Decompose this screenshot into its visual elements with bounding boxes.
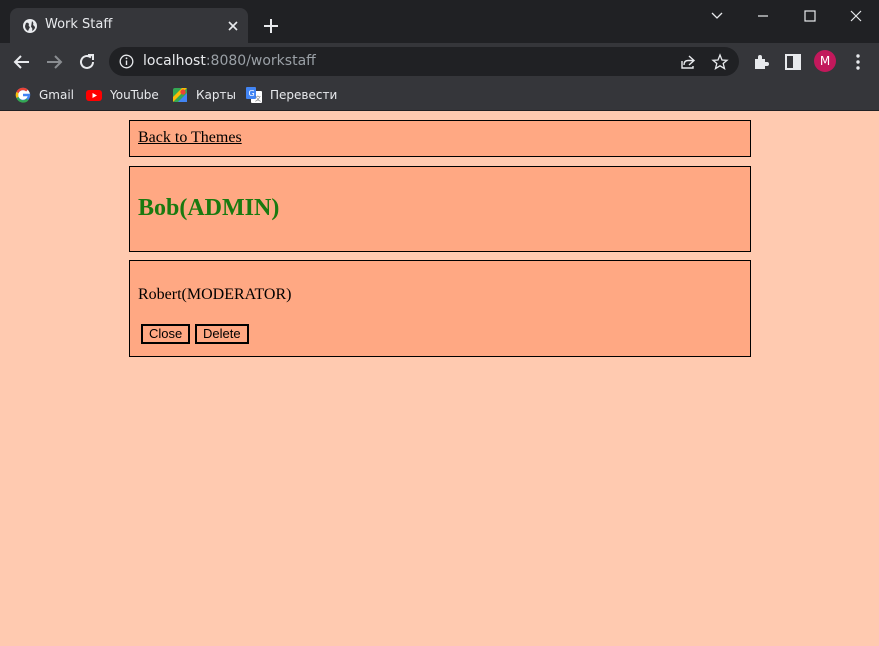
profile-avatar[interactable]: M (814, 50, 836, 72)
browser-tab[interactable]: Work Staff (10, 8, 248, 43)
bookmark-gmail[interactable]: Gmail (15, 85, 74, 105)
maps-icon (173, 88, 187, 102)
side-panel-icon[interactable] (783, 52, 803, 72)
tab-search-chevron-icon[interactable] (708, 7, 726, 25)
page-content: Back to Themes Bob(ADMIN) Robert(MODERAT… (0, 112, 879, 646)
svg-text:文: 文 (255, 95, 261, 103)
forward-arrow-icon[interactable] (44, 52, 64, 72)
youtube-icon (86, 90, 102, 101)
bookmarks-bar: Gmail YouTube Карты G 文 Перевести (0, 80, 879, 111)
minimize-icon[interactable] (754, 7, 772, 25)
back-to-themes-link[interactable]: Back to Themes (138, 129, 242, 147)
close-tab-icon[interactable] (225, 18, 241, 34)
bookmark-star-icon[interactable] (711, 53, 729, 71)
bookmark-translate[interactable]: G 文 Перевести (246, 85, 337, 105)
menu-kebab-icon[interactable] (848, 52, 868, 72)
maximize-icon[interactable] (801, 7, 819, 25)
admin-panel: Bob(ADMIN) (129, 166, 751, 252)
staff-card: Robert(MODERATOR) Close Delete (129, 260, 751, 357)
close-window-icon[interactable] (847, 7, 865, 25)
back-arrow-icon[interactable] (12, 52, 32, 72)
bookmark-youtube[interactable]: YouTube (86, 85, 159, 105)
bookmark-maps[interactable]: Карты (172, 85, 236, 105)
new-tab-plus-icon[interactable] (262, 17, 280, 35)
extensions-puzzle-icon[interactable] (751, 52, 771, 72)
url-text: localhost:8080/workstaff (143, 53, 316, 69)
back-link-panel: Back to Themes (129, 120, 751, 157)
browser-titlebar: Work Staff (0, 0, 879, 43)
share-icon[interactable] (679, 53, 697, 71)
site-info-icon[interactable] (119, 54, 134, 69)
globe-icon (23, 19, 37, 33)
translate-icon: G 文 (246, 87, 262, 103)
browser-toolbar: localhost:8080/workstaff M (0, 43, 879, 80)
delete-button[interactable]: Delete (195, 324, 249, 344)
reload-icon[interactable] (77, 52, 97, 72)
admin-heading: Bob(ADMIN) (138, 195, 280, 221)
tab-title: Work Staff (45, 17, 113, 32)
staff-name: Robert(MODERATOR) (138, 286, 292, 303)
svg-text:G: G (249, 89, 255, 98)
address-bar[interactable]: localhost:8080/workstaff (109, 47, 739, 76)
close-button[interactable]: Close (141, 324, 191, 344)
gmail-icon (15, 87, 31, 103)
